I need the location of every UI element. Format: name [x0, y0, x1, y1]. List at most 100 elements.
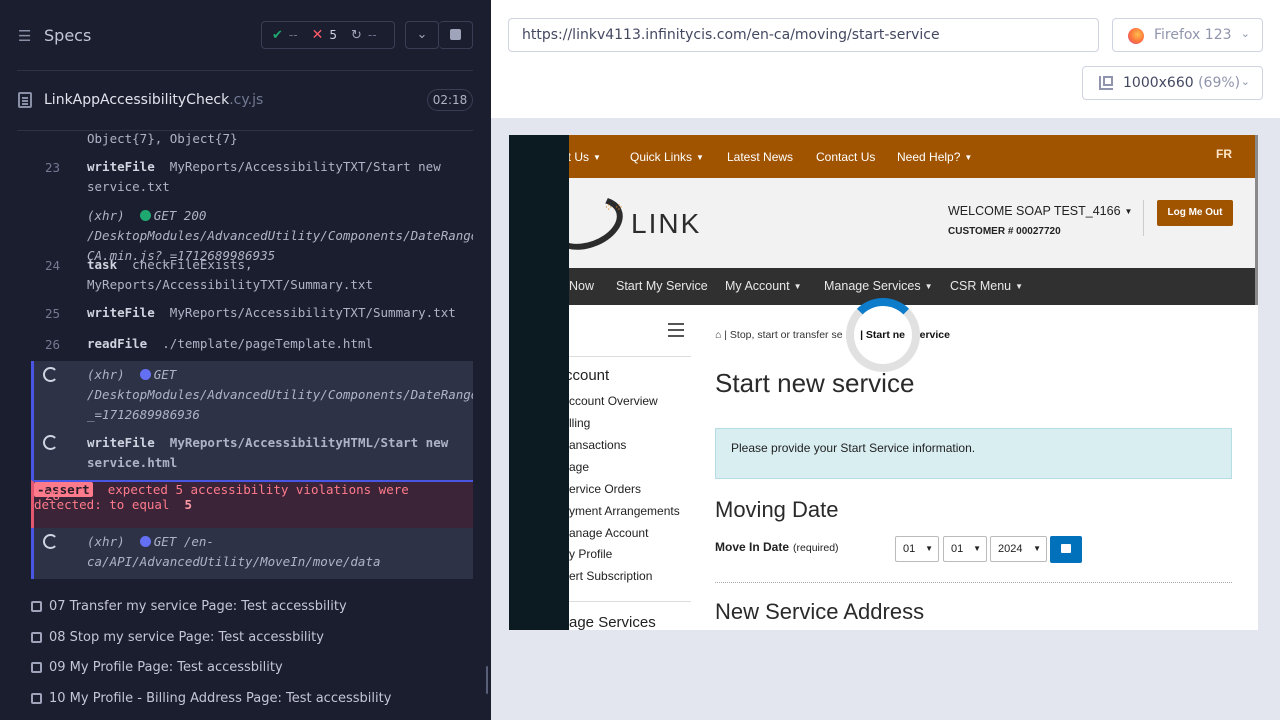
snapshot-strip [509, 135, 569, 630]
assert-badge: -assert [34, 482, 93, 497]
command-number: 23 [45, 160, 61, 175]
status-dot-icon [139, 536, 151, 547]
command-number: 24 [45, 258, 61, 273]
stop-button[interactable] [439, 21, 473, 49]
command-row[interactable]: (xhr) GET /en-ca/API/AdvancedUtility/Mov… [34, 532, 473, 576]
app-under-test: https://linkv4113.infinitycis.com/en-ca/… [491, 0, 1280, 720]
command-text: readFile ./template/pageTemplate.html [87, 334, 469, 354]
command-text: (xhr) GET /DesktopModules/AdvancedUtilit… [87, 365, 473, 425]
command-text: (xhr) GET /en-ca/API/AdvancedUtility/Mov… [87, 532, 469, 572]
test-item[interactable]: 09 My Profile Page: Test accessbility [31, 656, 473, 680]
command-row[interactable]: 25 writeFile MyReports/AccessibilityTXT/… [31, 303, 473, 329]
spec-file-name[interactable]: LinkAppAccessibilityCheck.cy.js [44, 92, 263, 108]
aut-header: https://linkv4113.infinitycis.com/en-ca/… [491, 0, 1280, 118]
chevron-down-icon[interactable]: ⌄ [405, 21, 439, 49]
command-row[interactable]: Object{7}, Object{7} [31, 131, 473, 157]
command-row[interactable]: 23 writeFile MyReports/AccessibilityTXT/… [31, 157, 473, 201]
command-row[interactable]: 26 readFile ./template/pageTemplate.html [31, 334, 473, 360]
command-name: (xhr) [87, 534, 125, 549]
spec-file-basename: LinkAppAccessibilityCheck [44, 92, 230, 108]
test-item[interactable]: 08 Stop my service Page: Test accessbili… [31, 626, 473, 650]
browser-label: Firefox 123 [1154, 27, 1232, 43]
run-timer: 02:18 [427, 89, 473, 111]
test-title: 07 Transfer my service Page: Test access… [49, 599, 347, 614]
spinner-icon [43, 534, 58, 549]
test-status-icon [31, 693, 42, 704]
firefox-icon [1128, 28, 1144, 44]
command-message: ./template/pageTemplate.html [162, 336, 373, 351]
pending-commands: (xhr) GET /en-ca/API/AdvancedUtility/Mov… [31, 528, 473, 579]
chevron-down-icon: ⌄ [1240, 75, 1250, 88]
viewport-size: 1000x660 [1123, 75, 1194, 91]
command-row[interactable]: 24 task checkFileExists, MyReports/Acces… [31, 255, 473, 299]
test-stats: ✔ -- ✕ 5 ↻ -- [261, 21, 395, 49]
command-number: 28 [45, 488, 61, 503]
command-text: -assert expected 5 accessibility violati… [34, 482, 409, 512]
command-log: Object{7}, Object{7} 23 writeFile MyRepo… [31, 131, 473, 579]
browser-selector[interactable]: Firefox 123 ⌄ [1112, 18, 1263, 52]
assert-value: 5 [184, 497, 193, 512]
reporter-header: ☰ Specs ✔ -- ✕ 5 ↻ -- ⌄ [0, 0, 491, 70]
xhr-status: GET [153, 534, 177, 549]
test-title: 08 Stop my service Page: Test accessbili… [49, 630, 324, 645]
scrollbar[interactable] [1255, 135, 1258, 305]
command-row[interactable]: (xhr) GET /DesktopModules/AdvancedUtilit… [34, 365, 473, 431]
command-name: readFile [87, 336, 148, 351]
command-name: writeFile [87, 305, 155, 320]
aut-iframe: ut Us ▼ Quick Links ▼ Latest News Contact … [509, 135, 1258, 630]
pending-commands: (xhr) GET /DesktopModules/AdvancedUtilit… [31, 361, 473, 480]
specs-list-icon[interactable]: ☰ [18, 28, 36, 44]
test-item[interactable]: 07 Transfer my service Page: Test access… [31, 595, 473, 619]
failed-assertion[interactable]: 28 -assert expected 5 accessibility viol… [31, 480, 473, 528]
loading-spinner-icon [846, 298, 920, 372]
command-text: task checkFileExists, MyReports/Accessib… [87, 255, 469, 295]
passed-check-icon: ✔ [272, 27, 283, 43]
url-bar[interactable]: https://linkv4113.infinitycis.com/en-ca/… [508, 18, 1099, 52]
pending-count: -- [367, 28, 377, 42]
resize-handle[interactable] [486, 666, 488, 694]
command-number: 25 [45, 306, 61, 321]
command-name: (xhr) [87, 367, 125, 382]
viewport-selector[interactable]: 1000x660 (69%) ⌄ [1082, 66, 1263, 100]
xhr-status: GET [153, 367, 177, 382]
viewport-icon [1099, 76, 1113, 90]
status-dot-icon [139, 369, 151, 380]
test-status-icon [31, 632, 42, 643]
command-message: /en-ca/API/AdvancedUtility/MoveIn/move/d… [87, 534, 381, 569]
stop-icon [450, 29, 461, 40]
command-text: writeFile MyReports/AccessibilityTXT/Sum… [87, 303, 469, 323]
status-dot-icon [139, 210, 151, 221]
command-message: /DesktopModules/AdvancedUtility/Componen… [87, 387, 473, 422]
viewport-label: 1000x660 (69%) [1123, 75, 1240, 91]
command-name: writeFile [87, 435, 155, 450]
command-message: Object{7}, Object{7} [87, 131, 238, 146]
test-title: 09 My Profile Page: Test accessbility [49, 660, 283, 675]
command-name: task [87, 257, 118, 272]
command-message: checkFileExists, MyReports/Accessibility… [87, 257, 373, 292]
cypress-reporter: ☰ Specs ✔ -- ✕ 5 ↻ -- ⌄ LinkAppAccessibi… [0, 0, 491, 720]
specs-label[interactable]: Specs [44, 26, 91, 45]
test-status-icon [31, 662, 42, 673]
command-text: writeFile MyReports/AccessibilityHTML/St… [87, 433, 469, 473]
pending-spinner-icon: ↻ [350, 27, 362, 43]
document-icon [18, 92, 32, 108]
failed-x-icon: ✕ [311, 27, 324, 43]
command-row[interactable]: (xhr) GET 200 /DesktopModules/AdvancedUt… [31, 206, 473, 263]
loading-overlay [569, 135, 1258, 630]
spinner-icon [43, 435, 58, 450]
test-title: 10 My Profile - Billing Address Page: Te… [49, 691, 392, 706]
chevron-down-icon: ⌄ [1240, 27, 1250, 40]
command-name: writeFile [87, 159, 155, 174]
failed-count: 5 [329, 28, 337, 42]
command-row[interactable]: writeFile MyReports/AccessibilityHTML/St… [34, 433, 473, 477]
spinner-icon [43, 367, 58, 382]
test-item[interactable]: 10 My Profile - Billing Address Page: Te… [31, 687, 473, 711]
command-text: writeFile MyReports/AccessibilityTXT/Sta… [87, 157, 469, 197]
spec-file-ext: .cy.js [229, 92, 264, 108]
xhr-status: GET 200 [153, 208, 207, 223]
command-name: (xhr) [87, 208, 125, 223]
command-message: MyReports/AccessibilityTXT/Summary.txt [169, 305, 456, 320]
test-status-icon [31, 601, 42, 612]
spec-file-row: LinkAppAccessibilityCheck.cy.js 02:18 [0, 71, 491, 131]
passed-count: -- [288, 28, 298, 42]
